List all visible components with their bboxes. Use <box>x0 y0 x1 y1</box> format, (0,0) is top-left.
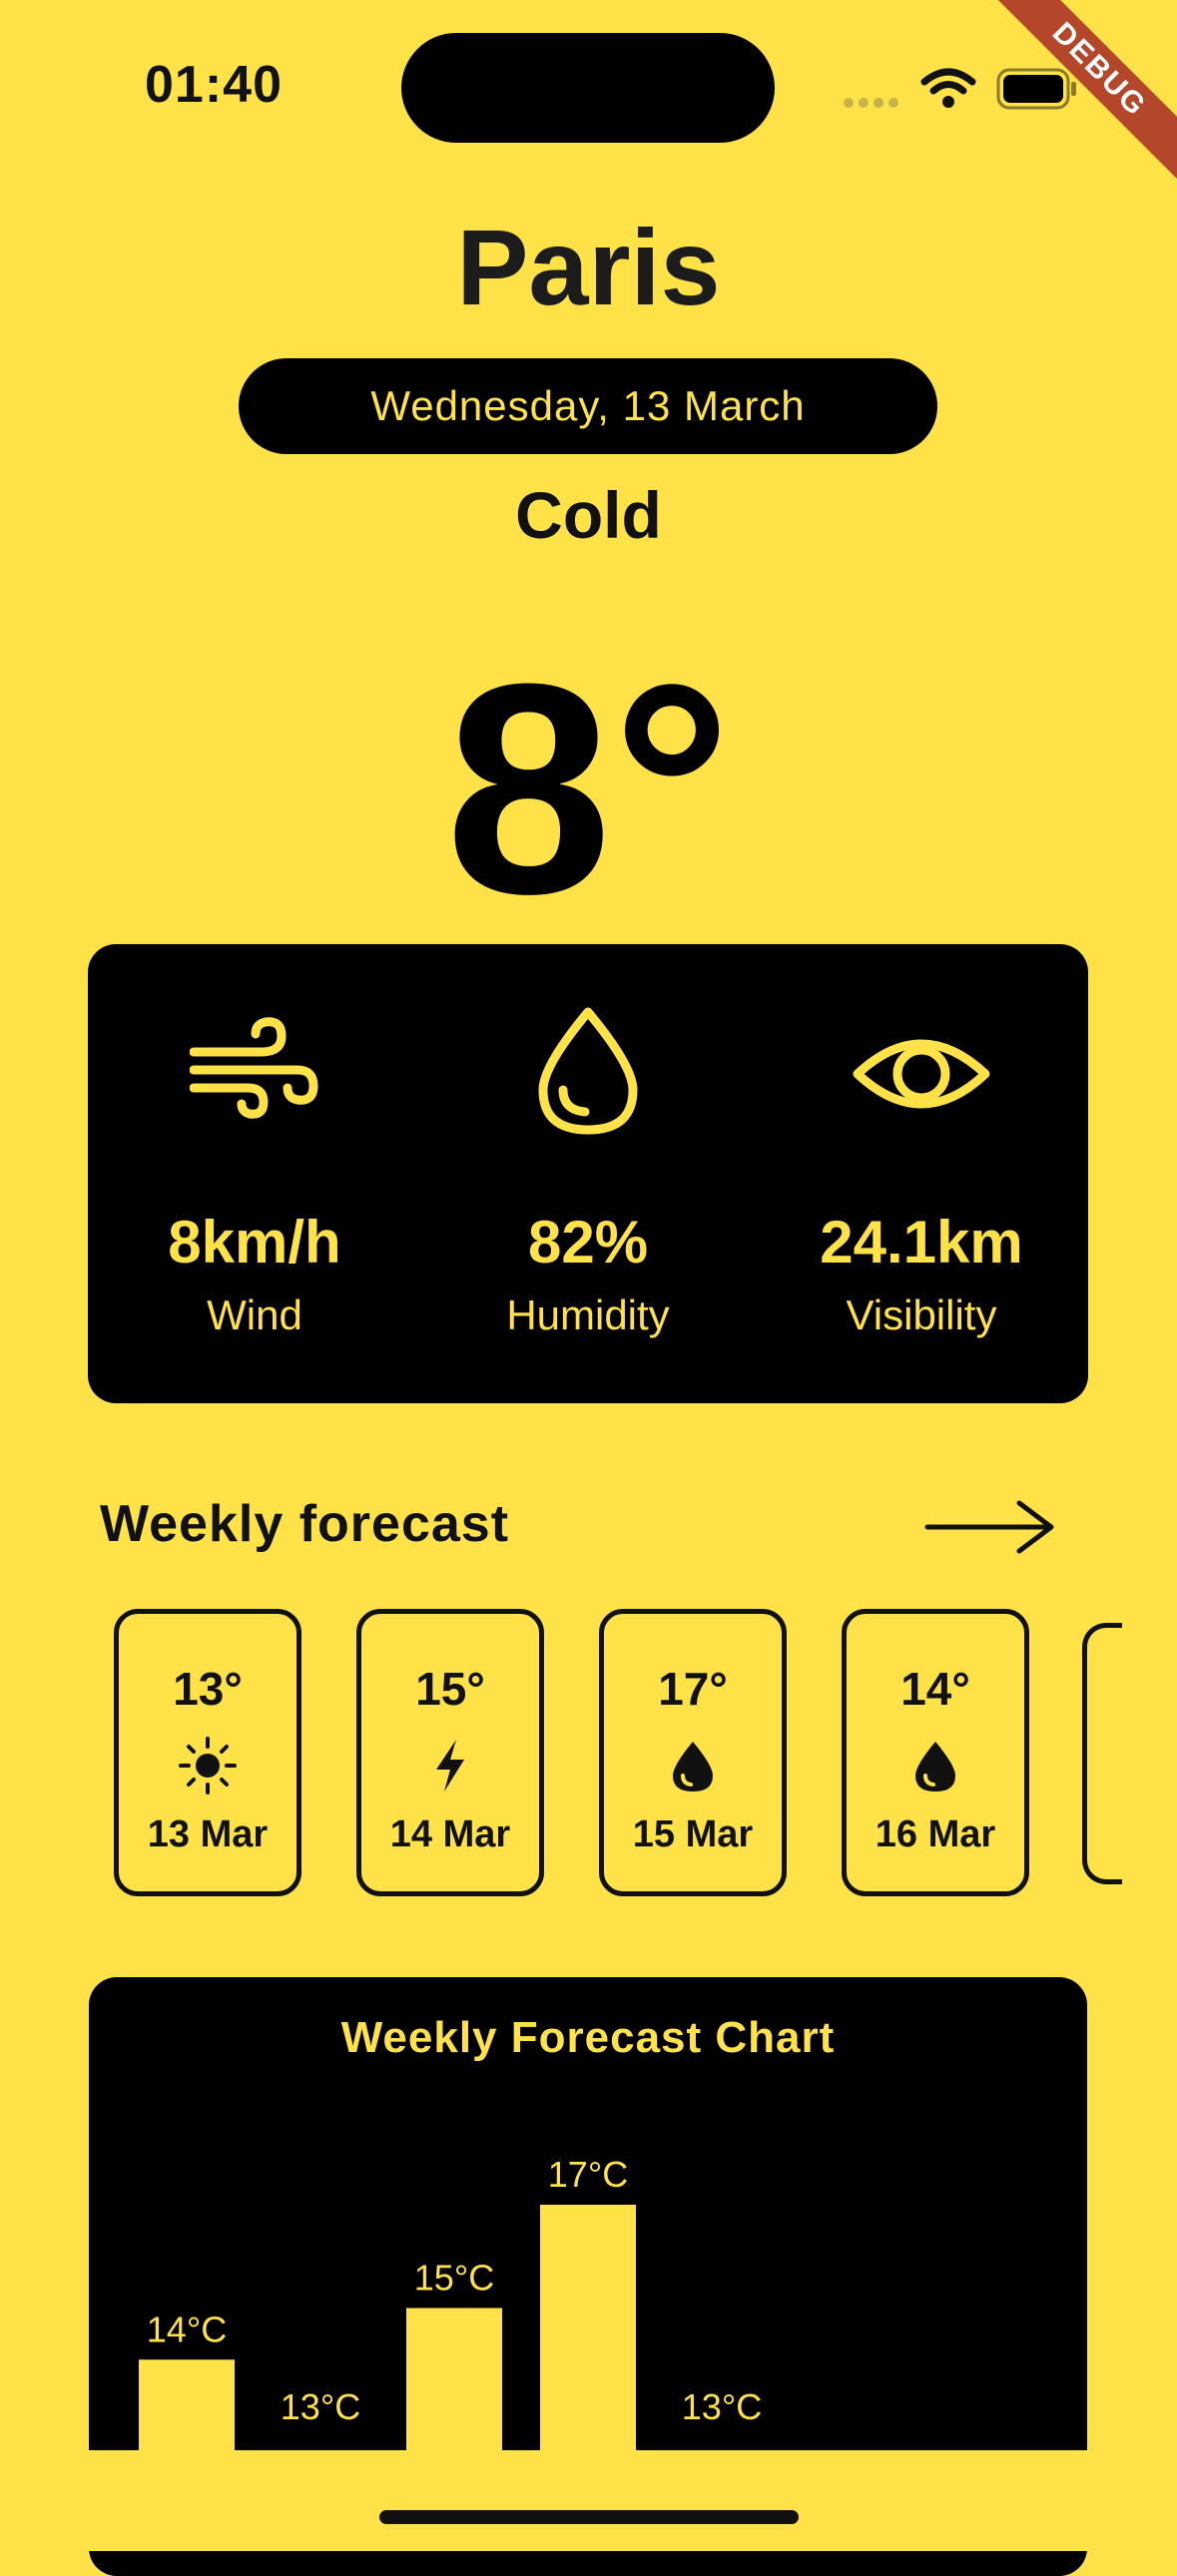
forecast-day-card[interactable]: 14° 16 Mar <box>842 1609 1029 1896</box>
wind-icon <box>190 1017 318 1119</box>
weather-stats-card: 8km/h Wind 82% Humidity 24.1km Visibilit… <box>88 944 1088 1403</box>
chart-data-label: 13°C <box>682 2386 762 2427</box>
eye-icon <box>853 1039 990 1109</box>
chart-data-label: 14°C <box>147 2309 227 2349</box>
day-temp: 17° <box>658 1663 728 1715</box>
chart-data-label: 13°C <box>281 2386 360 2427</box>
day-temp: 13° <box>173 1663 243 1715</box>
day-date: 16 Mar <box>875 1813 996 1855</box>
current-temperature: 8° <box>445 621 732 956</box>
debug-banner: DEBUG <box>984 0 1177 185</box>
status-time: 01:40 <box>145 56 283 114</box>
chart-data-label: 15°C <box>414 2258 494 2299</box>
wifi-icon <box>920 68 976 108</box>
cellular-signal-icon <box>844 95 903 108</box>
weekly-forecast-title: Weekly forecast <box>100 1495 510 1553</box>
city-name: Paris <box>456 207 721 327</box>
weather-condition: Cold <box>515 478 662 552</box>
day-temp: 15° <box>415 1663 485 1715</box>
visibility-value: 24.1km <box>820 1209 1023 1276</box>
arrow-right-icon[interactable] <box>923 1497 1058 1557</box>
forecast-day-card[interactable]: 15° 14 Mar <box>356 1609 544 1896</box>
humidity-label: Humidity <box>506 1291 670 1338</box>
sun-icon <box>179 1737 237 1795</box>
lightning-icon <box>436 1740 464 1792</box>
day-date: 15 Mar <box>632 1813 754 1855</box>
forecast-day-card-partial[interactable] <box>1082 1623 1122 1884</box>
home-indicator[interactable] <box>379 2510 799 2524</box>
drop-icon <box>673 1742 713 1792</box>
humidity-value: 82% <box>527 1209 649 1276</box>
date-pill: Wednesday, 13 March <box>239 358 937 454</box>
forecast-day-card[interactable]: 13° 13 Mar <box>114 1609 301 1896</box>
wind-value: 8km/h <box>168 1209 341 1276</box>
humidity-drop-icon <box>538 1007 638 1135</box>
forecast-day-card[interactable]: 17° 15 Mar <box>599 1609 787 1896</box>
chart-bar <box>540 2205 636 2489</box>
day-temp: 14° <box>900 1663 970 1715</box>
chart-data-label: 17°C <box>548 2154 628 2195</box>
visibility-label: Visibility <box>846 1291 997 1338</box>
drop-icon <box>915 1742 955 1792</box>
wind-label: Wind <box>207 1291 302 1338</box>
dynamic-island <box>401 33 775 143</box>
day-date: 14 Mar <box>389 1813 511 1855</box>
day-date: 13 Mar <box>147 1813 269 1855</box>
